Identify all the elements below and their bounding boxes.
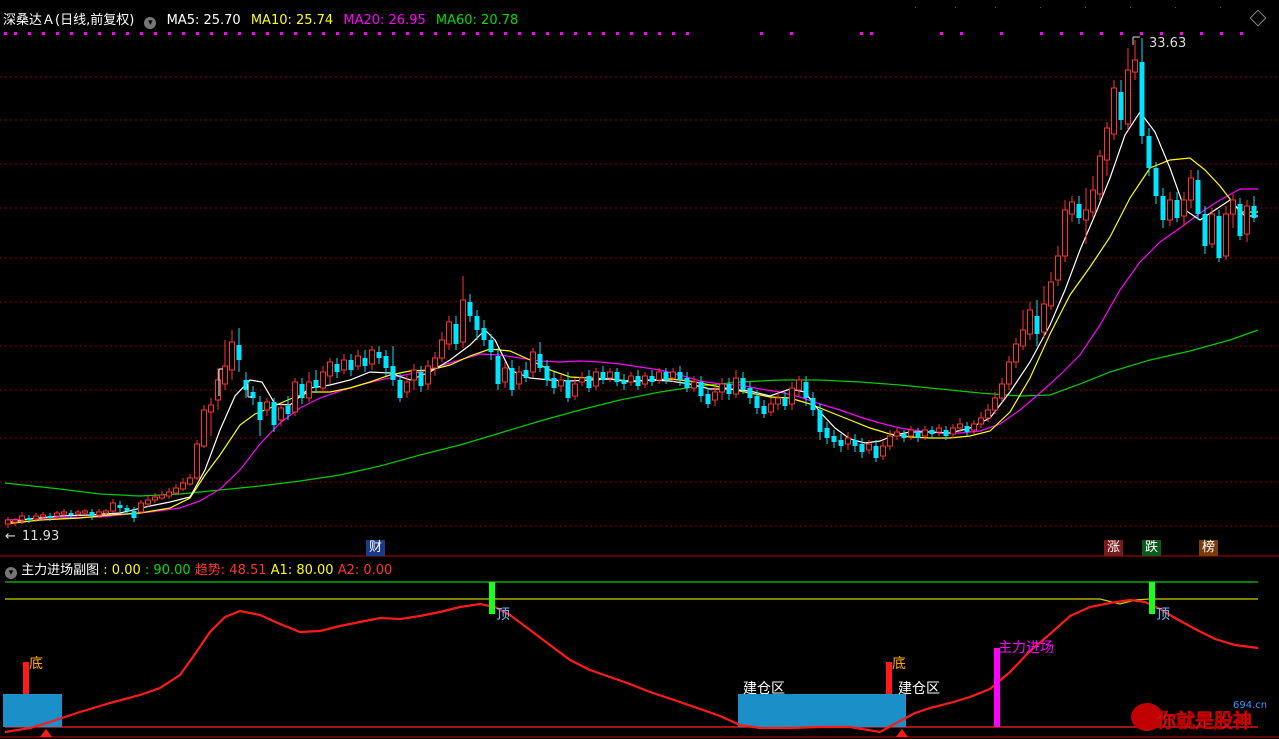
top-signal-bar-2 bbox=[1149, 582, 1155, 614]
top-label-2: 顶 bbox=[1156, 607, 1170, 623]
up-arrow-2 bbox=[896, 729, 908, 737]
build-zone-label-2: 建仓区 bbox=[898, 681, 940, 697]
watermark: 694.cn 你就是股神 bbox=[1131, 700, 1267, 732]
main-force-entry-label: 主力进场 bbox=[998, 640, 1054, 656]
top-signal-bar-1 bbox=[489, 582, 495, 614]
sub-chart: 底 底 顶 顶 建仓区 建仓区 主力进场 694.cn 你就是股神 bbox=[3, 581, 1267, 737]
build-zone-2 bbox=[738, 694, 906, 727]
bottom-label-1: 底 bbox=[29, 656, 43, 672]
top-label-1: 顶 bbox=[496, 607, 510, 623]
level-80-line bbox=[5, 598, 1258, 605]
trend-curve bbox=[4, 598, 1259, 734]
build-zone-label-1: 建仓区 bbox=[743, 681, 785, 697]
main-force-entry-bar bbox=[994, 648, 1000, 727]
bottom-label-2: 底 bbox=[892, 656, 906, 672]
watermark-slogan: 你就是股神 bbox=[1156, 709, 1252, 732]
up-arrow-1 bbox=[40, 729, 52, 737]
